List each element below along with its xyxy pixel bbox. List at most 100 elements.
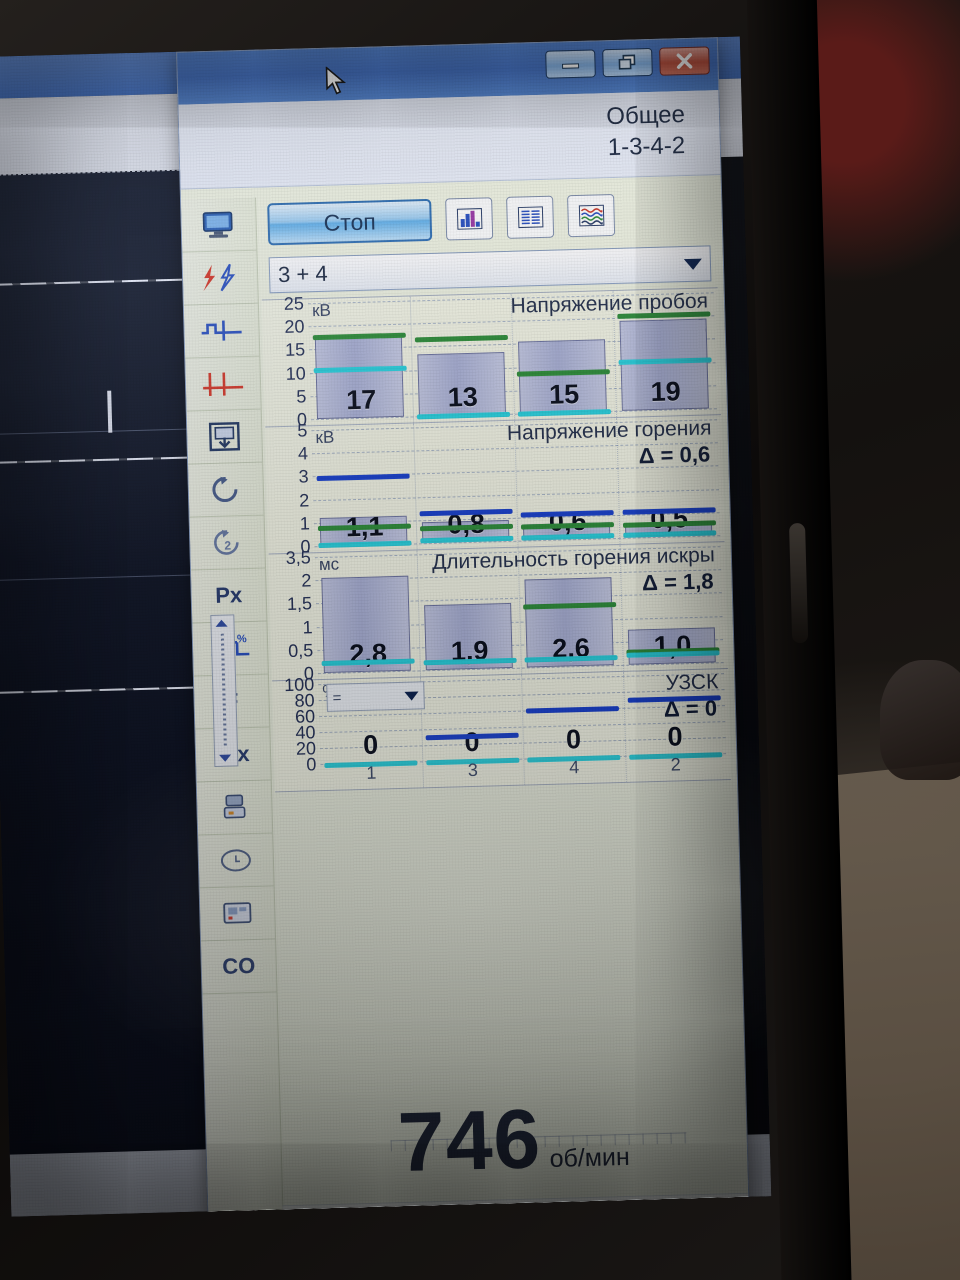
y-tick: 1 [302, 616, 313, 638]
chart-panels: 2520151050кВНапряжение пробояΔ = 6171315… [261, 287, 731, 793]
rail-item-device[interactable] [196, 780, 273, 836]
pulse-red-icon [203, 372, 244, 396]
unit-label: мс [318, 554, 340, 575]
header-text: Общее 1-3-4-2 [606, 99, 686, 163]
y-tick: 20 [284, 316, 305, 338]
rpm-value: 746 [396, 1091, 543, 1190]
waveform-icon [578, 204, 604, 227]
chart-panel-uzsk: 100806040200%УЗСКΔ = 0=00001342 [272, 668, 731, 793]
bar-value-label: 17 [345, 384, 377, 416]
scope-spike [107, 390, 113, 433]
rpm-unit: об/мин [549, 1142, 631, 1174]
bar-chart-view-button[interactable] [445, 197, 494, 241]
main-toolbar: Стоп [255, 175, 723, 254]
rail-item-timer[interactable] [198, 833, 274, 889]
bar-value-label: 13 [447, 381, 479, 413]
delta-label: Δ = 1,8 [641, 568, 714, 596]
y-tick: 0 [306, 754, 317, 775]
plot-area: мс Длительность горения искры Δ = 1,8 2,8 1,… [314, 542, 724, 679]
chart-panel-burn-voltage: 543210кВНапряжение горенияΔ = 0,61,10,80… [265, 414, 725, 557]
minimize-button[interactable] [545, 49, 596, 79]
scroll-up-arrow[interactable] [215, 619, 228, 627]
rail-item-refresh-two[interactable]: 2 [189, 515, 266, 571]
header-line-1: Общее [605, 101, 686, 131]
y-axis: 100 80 60 40 20 0 [272, 674, 321, 791]
bar-value-label: 0 [362, 729, 379, 760]
svg-text:%: % [237, 634, 247, 645]
mouse-cursor [325, 66, 347, 95]
laptop-screen: Общее 1-3-4-2 2 Px % CO Стоп 3 + 4 25 20… [0, 36, 772, 1217]
x-tick-label: 1 [366, 762, 377, 783]
y-tick: 3 [298, 466, 309, 487]
table-icon [517, 206, 543, 229]
scroll-down-arrow[interactable] [219, 754, 232, 762]
reference-marker [316, 473, 411, 482]
mode-select-value: = [332, 689, 342, 707]
bar-value-label: 15 [548, 378, 580, 410]
channel-select[interactable]: 3 + 4 [268, 245, 712, 294]
stop-button[interactable]: Стоп [267, 198, 433, 246]
y-axis: 543210 [265, 420, 314, 556]
close-icon [676, 53, 693, 69]
close-button[interactable] [659, 46, 710, 76]
window-controls [545, 46, 710, 79]
unit-label: кВ [315, 427, 335, 448]
bar-value-label: 0 [464, 726, 480, 758]
rpm-readout: 746 об/мин [279, 1085, 747, 1195]
y-tick: 3,5 [285, 547, 312, 568]
shoe [880, 660, 960, 780]
bar-value-label: 19 [650, 376, 682, 408]
rail-item-display[interactable] [199, 886, 276, 942]
y-axis: 3,5 2 1,5 1 0,5 0 [269, 547, 318, 683]
clock-icon [220, 849, 251, 872]
rail-item-primary-pulse[interactable] [183, 303, 260, 359]
px-label: Px [214, 582, 243, 608]
max-marker [414, 335, 508, 343]
mode-select[interactable]: = [326, 681, 425, 712]
lightning-icon [203, 263, 236, 292]
plot-area: кВНапряжение горенияΔ = 0,61,10,80,60,5 [311, 415, 721, 552]
table-view-button[interactable] [506, 195, 555, 239]
chevron-down-icon [683, 258, 703, 270]
waveform-view-button[interactable] [567, 193, 616, 238]
device-icon [223, 794, 246, 819]
main-content: Стоп 3 + 4 25 20 15 10 5 0 кВ Напряжение… [255, 175, 750, 1217]
dialog-header: Общее 1-3-4-2 [178, 90, 721, 190]
rail-item-refresh[interactable] [188, 462, 264, 518]
laptop: Общее 1-3-4-2 2 Px % CO Стоп 3 + 4 25 20… [0, 0, 852, 1280]
refresh-icon [212, 476, 238, 503]
y-tick: 5 [297, 420, 308, 441]
scroll-track[interactable] [220, 633, 227, 748]
save-icon [208, 421, 241, 452]
chart-panel-spark-duration: 3,5 2 1,5 1 0,5 0 мс Длительность горения искры… [268, 541, 728, 684]
rail-item-monitor[interactable] [181, 197, 257, 253]
chart-panel-breakdown-voltage: 2520151050кВНапряжение пробояΔ = 6171315… [261, 287, 722, 430]
reference-marker [525, 706, 620, 714]
vertical-scrollbar[interactable] [210, 614, 239, 767]
ignition-analyzer-dialog: Общее 1-3-4-2 2 Px % CO Стоп 3 + 4 25 20… [176, 37, 751, 1217]
rail-item-secondary-pulse[interactable] [185, 356, 261, 412]
rail-item-ignition[interactable] [182, 250, 258, 306]
x-tick-label: 2 [670, 754, 682, 775]
rail-item-co[interactable]: CO [201, 939, 277, 995]
y-tick: 1 [299, 513, 311, 534]
channel-select-value: 3 + 4 [277, 260, 328, 288]
rail-item-save[interactable] [186, 409, 263, 465]
bar-value-label: 2,8 [348, 638, 388, 670]
y-tick: 1,5 [286, 593, 313, 615]
bar-value-label: 0 [667, 721, 683, 752]
chevron-down-icon [404, 690, 419, 701]
x-tick-label: 4 [568, 757, 580, 778]
refresh-2-icon: 2 [214, 529, 239, 555]
y-tick: 0,5 [287, 640, 314, 661]
y-tick: 5 [296, 386, 307, 407]
y-tick: 25 [283, 293, 305, 314]
minimize-icon [562, 63, 580, 69]
y-axis: 25 20 15 10 5 0 [262, 293, 311, 429]
restore-button[interactable] [602, 47, 653, 78]
y-tick: 10 [285, 362, 307, 384]
bar-value-label: 0 [565, 724, 582, 755]
photo-scene: Общее 1-3-4-2 2 Px % CO Стоп 3 + 4 25 20… [0, 0, 960, 1280]
pulse-blue-icon [201, 320, 242, 341]
plot-area: кВНапряжение пробояΔ = 617131519 [307, 288, 717, 425]
